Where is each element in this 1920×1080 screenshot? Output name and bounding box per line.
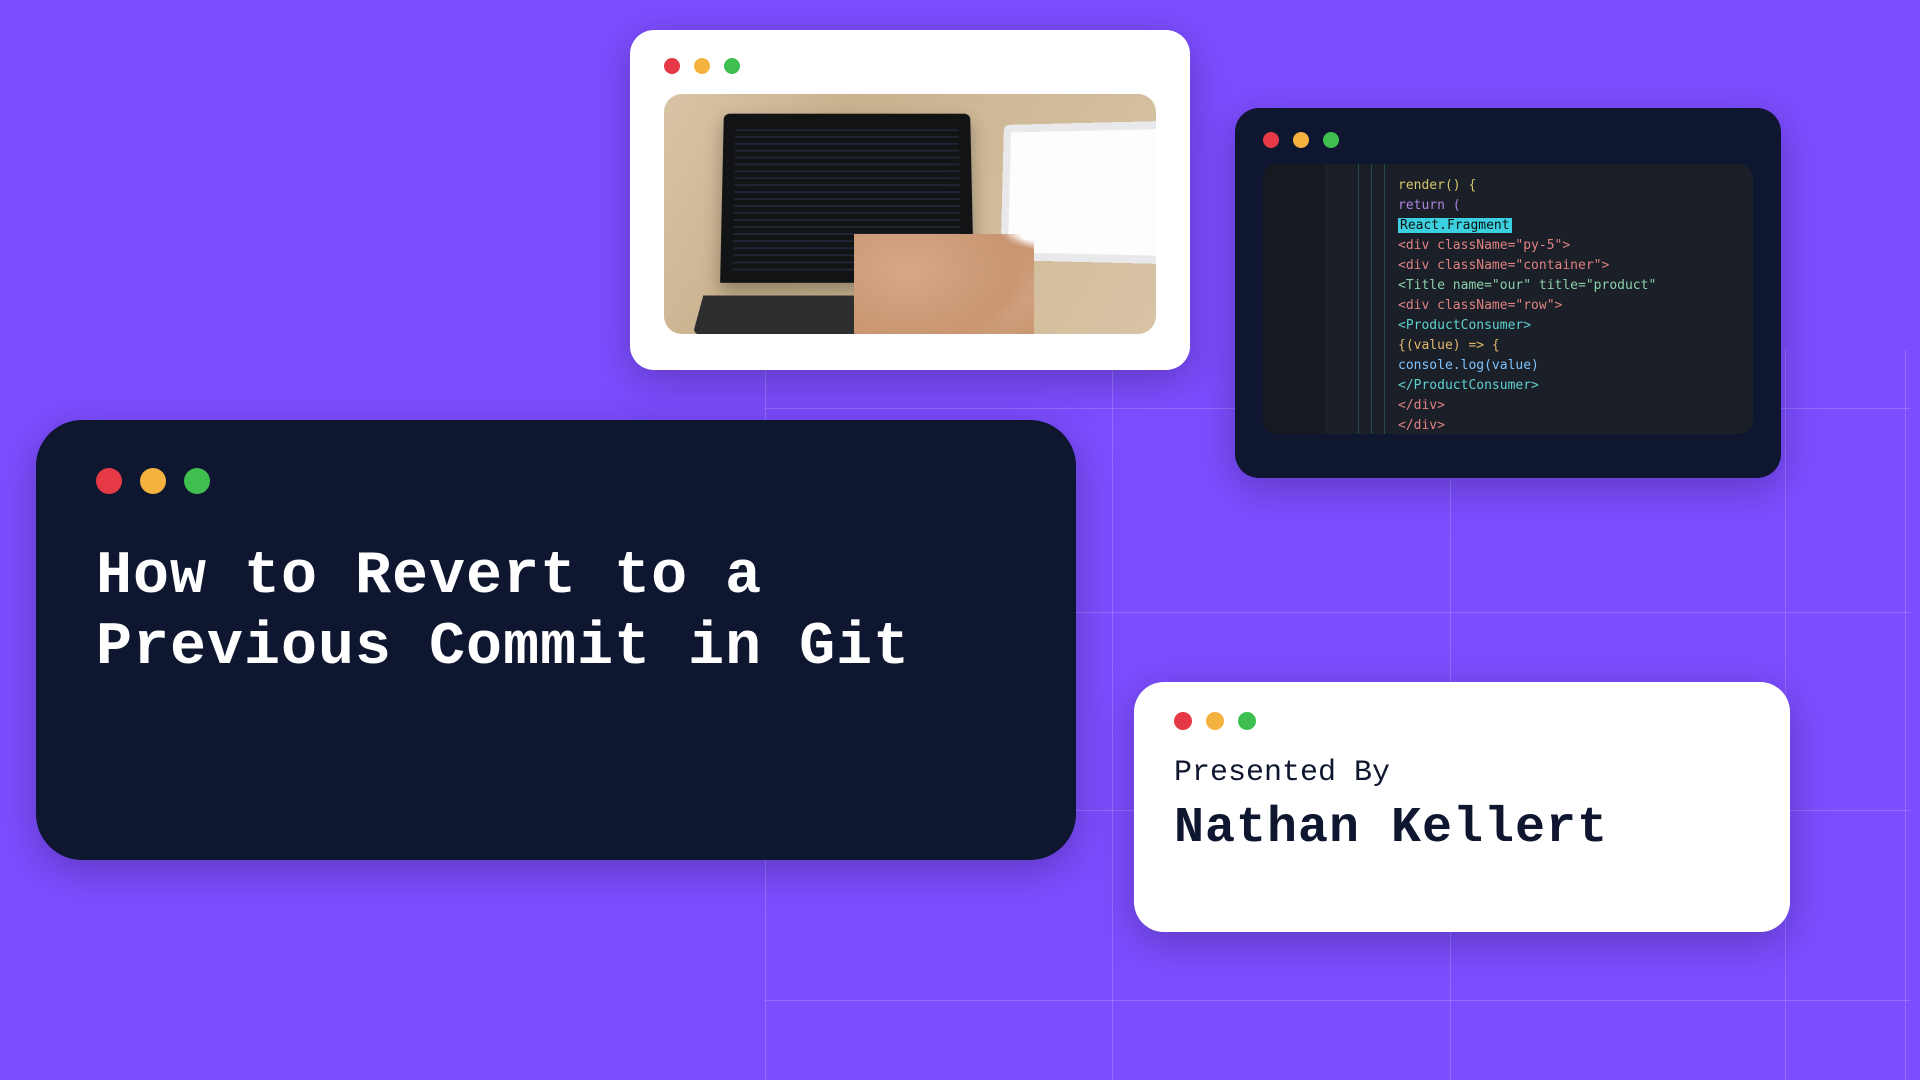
maximize-icon	[1238, 712, 1256, 730]
presented-by-label: Presented By	[1174, 756, 1750, 790]
window-controls	[1174, 712, 1750, 730]
close-icon	[664, 58, 680, 74]
minimize-icon	[1293, 132, 1309, 148]
presenter-window: Presented By Nathan Kellert	[1134, 682, 1790, 932]
maximize-icon	[184, 468, 210, 494]
window-controls	[96, 468, 1016, 494]
close-icon	[96, 468, 122, 494]
minimize-icon	[694, 58, 710, 74]
code-editor-image: render() { return ( React.Fragment <div …	[1263, 164, 1753, 434]
code-window: render() { return ( React.Fragment <div …	[1235, 108, 1781, 478]
close-icon	[1174, 712, 1192, 730]
maximize-icon	[724, 58, 740, 74]
minimize-icon	[1206, 712, 1224, 730]
window-controls	[664, 58, 1156, 74]
window-controls	[1263, 132, 1753, 148]
author-name: Nathan Kellert	[1174, 800, 1750, 857]
title-window: How to Revert to a Previous Commit in Gi…	[36, 420, 1076, 860]
laptop-photo	[664, 94, 1156, 334]
code-text: render() { return ( React.Fragment <div …	[1398, 176, 1745, 434]
maximize-icon	[1323, 132, 1339, 148]
page-title: How to Revert to a Previous Commit in Gi…	[96, 542, 1016, 684]
minimize-icon	[140, 468, 166, 494]
close-icon	[1263, 132, 1279, 148]
photo-window	[630, 30, 1190, 370]
